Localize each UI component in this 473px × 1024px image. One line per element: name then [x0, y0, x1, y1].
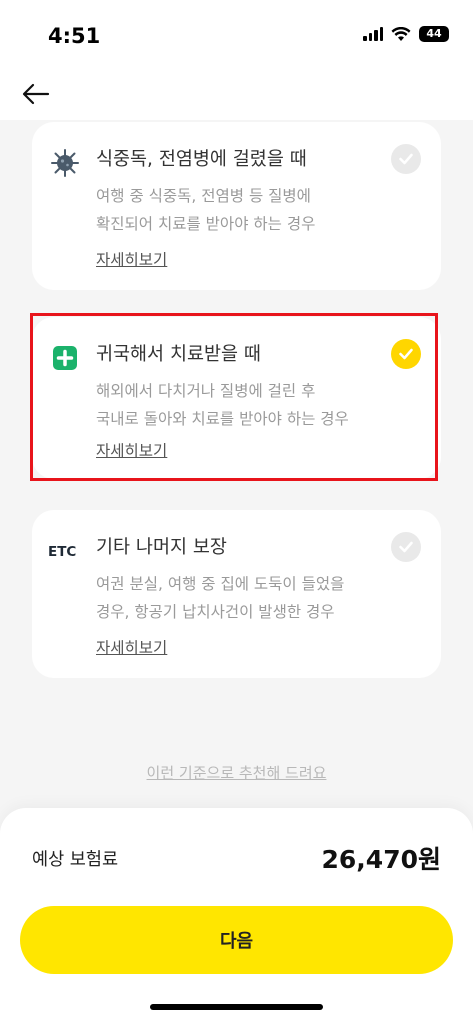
select-check-button[interactable] [391, 144, 421, 174]
card-description-line: 확진되어 치료를 받아야 하는 경우 [96, 215, 316, 233]
card-description-line: 해외에서 다치거나 질병에 걸린 후 [96, 382, 316, 400]
virus-icon [48, 146, 82, 180]
coverage-card-domestic-treatment[interactable]: 귀국해서 치료받을 때 해외에서 다치거나 질병에 걸린 후 국내로 돌아와 치… [32, 317, 441, 479]
card-description-line: 여권 분실, 여행 중 집에 도둑이 들었을 [96, 575, 345, 593]
details-link[interactable]: 자세히보기 [96, 248, 167, 270]
status-time: 4:51 [48, 24, 101, 48]
details-link[interactable]: 자세히보기 [96, 439, 167, 461]
status-icons: 44 [363, 26, 449, 42]
card-title: 식중독, 전염병에 걸렸을 때 [96, 149, 307, 170]
check-icon [399, 541, 413, 553]
status-bar: 4:51 44 [0, 0, 473, 70]
medical-plus-icon [48, 341, 82, 375]
card-description-line: 국내로 돌아와 치료를 받아야 하는 경우 [96, 410, 349, 428]
coverage-list: 식중독, 전염병에 걸렸을 때 여행 중 식중독, 전염병 등 질병에 확진되어… [0, 120, 473, 820]
select-check-button[interactable] [391, 339, 421, 369]
wifi-icon [391, 26, 411, 41]
details-link[interactable]: 자세히보기 [96, 636, 167, 658]
card-description: 해외에서 다치거나 질병에 걸린 후 국내로 돌아와 치료를 받아야 하는 경우 [96, 377, 416, 433]
card-title: 기타 나머지 보장 [96, 537, 227, 558]
recommendation-criteria-link[interactable]: 이런 기준으로 추천해 드려요 [0, 762, 473, 783]
back-arrow-icon [22, 83, 50, 105]
card-description: 여행 중 식중독, 전염병 등 질병에 확진되어 치료를 받아야 하는 경우 [96, 182, 416, 238]
premium-label: 예상 보험료 [32, 850, 119, 870]
svg-text:ETC: ETC [48, 544, 76, 559]
card-description: 여권 분실, 여행 중 집에 도둑이 들었을 경우, 항공기 납치사건이 발생한… [96, 570, 416, 626]
header [0, 70, 473, 120]
etc-icon: ETC [46, 534, 86, 568]
back-button[interactable] [18, 76, 54, 112]
card-description-line: 경우, 항공기 납치사건이 발생한 경우 [96, 603, 335, 621]
select-check-button[interactable] [391, 532, 421, 562]
cellular-signal-icon [363, 27, 383, 41]
home-indicator [150, 1004, 323, 1010]
card-description-line: 여행 중 식중독, 전염병 등 질병에 [96, 187, 311, 205]
premium-value: 26,470원 [321, 845, 441, 874]
card-title: 귀국해서 치료받을 때 [96, 344, 261, 365]
battery-indicator: 44 [419, 26, 449, 42]
bottom-sheet: 예상 보험료 26,470원 다음 [0, 808, 473, 1024]
coverage-card-etc[interactable]: ETC 기타 나머지 보장 여권 분실, 여행 중 집에 도둑이 들었을 경우,… [32, 510, 441, 678]
next-button[interactable]: 다음 [20, 906, 453, 974]
check-icon [399, 153, 413, 165]
coverage-card-food-poisoning[interactable]: 식중독, 전염병에 걸렸을 때 여행 중 식중독, 전염병 등 질병에 확진되어… [32, 122, 441, 290]
check-icon [399, 348, 413, 360]
